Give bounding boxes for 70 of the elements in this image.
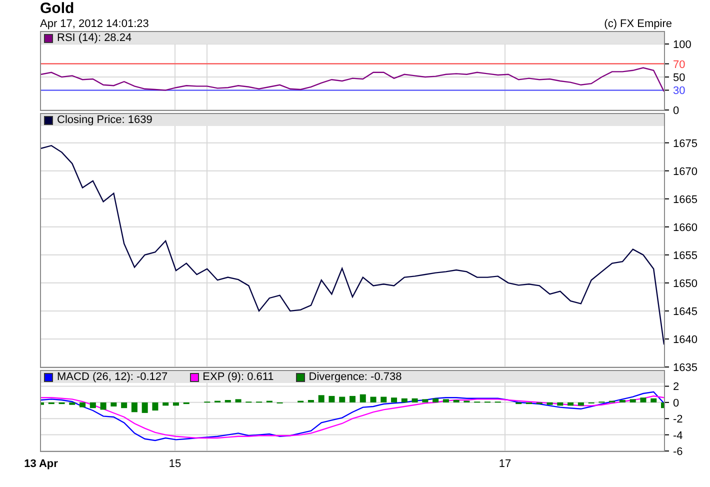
histogram-bar — [640, 398, 646, 402]
histogram-bar — [391, 398, 398, 402]
histogram-bar — [422, 399, 428, 402]
axis-label: 70 — [673, 58, 686, 71]
histogram-bar — [370, 396, 376, 402]
axis-label: 1640 — [673, 334, 698, 346]
axis-label: 1660 — [673, 222, 698, 234]
axis-label: 1650 — [673, 278, 698, 290]
histogram-bar — [401, 398, 408, 402]
histogram-bar — [69, 402, 76, 405]
axis-label: 1665 — [673, 194, 698, 206]
axis-label: 0 — [673, 105, 680, 117]
legend-label: RSI (14): 28.24 — [57, 32, 132, 44]
histogram-bar — [350, 396, 356, 402]
histogram-bar — [172, 402, 179, 406]
axis-label: 30 — [673, 85, 686, 98]
histogram-bar — [661, 402, 664, 408]
legend-label: MACD (26, 12): -0.127 — [57, 371, 168, 383]
axis-label: 0 — [673, 397, 680, 410]
histogram-bar — [568, 402, 574, 406]
copyright-text: (c) FX Empire — [604, 17, 672, 31]
histogram-bar — [235, 399, 242, 402]
histogram-bar — [131, 402, 138, 412]
legend-label: Divergence: -0.738 — [308, 371, 402, 383]
axis-label: 1635 — [673, 362, 698, 374]
histogram-bar — [546, 402, 553, 405]
axis-label: 1675 — [673, 138, 698, 150]
axis-label: -6 — [673, 446, 683, 458]
axis-label: 17 — [498, 458, 512, 470]
histogram-bar — [328, 396, 335, 402]
histogram-bar — [412, 398, 418, 402]
axis-label: 1645 — [673, 306, 698, 318]
histogram-bar — [339, 396, 346, 402]
axis-label: 15 — [168, 458, 182, 470]
histogram-bar — [453, 400, 460, 402]
histogram-bar — [536, 402, 542, 404]
histogram-bar — [41, 402, 44, 405]
axis-label: -2 — [673, 414, 683, 426]
axis-label: 2 — [673, 381, 680, 394]
axis-label: 13 Apr — [24, 458, 58, 470]
legend-label: EXP (9): 0.611 — [202, 371, 274, 383]
axis-label: 1655 — [673, 250, 698, 262]
histogram-bar — [557, 402, 564, 406]
axis-label: -4 — [673, 430, 683, 442]
histogram-bar — [360, 394, 366, 402]
histogram-bar — [318, 395, 324, 402]
axis-label: 100 — [673, 39, 692, 51]
histogram-bar — [183, 402, 190, 404]
timestamp: Apr 17, 2012 14:01:23 — [40, 17, 149, 31]
histogram-bar — [162, 402, 169, 406]
histogram-bar — [380, 396, 387, 402]
histogram-bar — [526, 402, 532, 404]
axis-label: 50 — [673, 72, 686, 84]
histogram-bar — [630, 399, 636, 402]
axis-label: 1670 — [673, 166, 698, 178]
legend-label: Closing Price: 1639 — [57, 114, 152, 126]
histogram-bar — [48, 402, 54, 404]
histogram-bar — [442, 399, 449, 402]
histogram-bar — [110, 402, 117, 406]
histogram-bar — [142, 402, 148, 413]
histogram-bar — [619, 400, 626, 402]
histogram-bar — [80, 402, 86, 408]
histogram-bar — [650, 398, 657, 402]
histogram-bar — [308, 400, 314, 402]
histogram-bar — [58, 402, 65, 404]
histogram-bar — [224, 400, 231, 402]
histogram-bar — [578, 402, 584, 406]
histogram-bar — [432, 398, 439, 402]
histogram-bar — [516, 402, 522, 404]
chart-title: Gold — [40, 0, 76, 17]
